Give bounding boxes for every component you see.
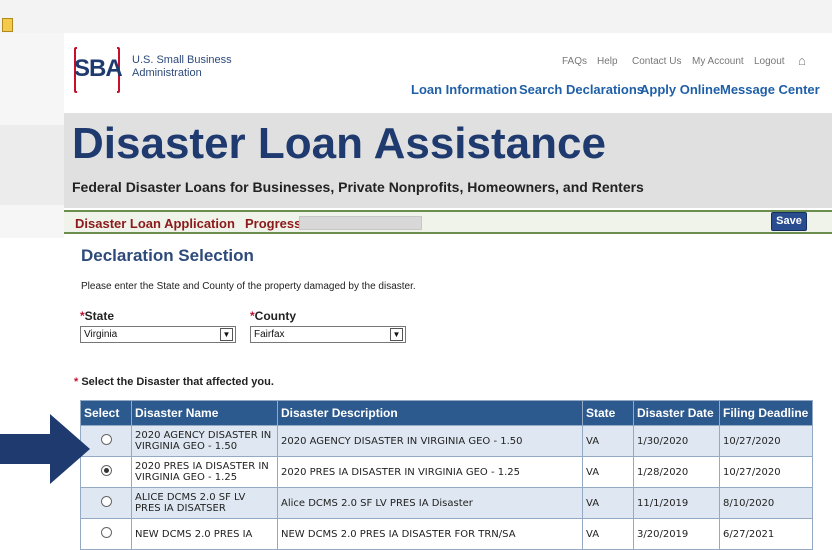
disaster-state: VA (582, 456, 634, 488)
chevron-down-icon[interactable]: ▼ (390, 328, 403, 341)
table-header-row: Select Disaster Name Disaster Descriptio… (80, 400, 813, 426)
page-title: Disaster Loan Assistance (72, 119, 606, 168)
disaster-date: 3/20/2019 (633, 518, 720, 550)
filing-deadline: 10/27/2020 (719, 425, 813, 457)
disaster-description: 2020 AGENCY DISASTER IN VIRGINIA GEO - 1… (277, 425, 583, 457)
logo-text: SBA (74, 55, 123, 82)
logout-link[interactable]: Logout (754, 56, 785, 67)
page-subtitle: Federal Disaster Loans for Businesses, P… (72, 179, 644, 195)
county-label: *County (250, 309, 296, 323)
disaster-radio[interactable] (100, 434, 112, 445)
filing-deadline: 10/27/2020 (719, 456, 813, 488)
state-label: *State (80, 309, 115, 323)
left-margin-shade (0, 33, 64, 238)
nav-apply-online[interactable]: Apply Online (640, 82, 720, 97)
filing-deadline: 6/27/2021 (719, 518, 813, 550)
column-header-name: Disaster Name (131, 400, 278, 426)
help-link[interactable]: Help (597, 56, 618, 67)
disaster-radio[interactable] (100, 496, 112, 507)
disaster-radio[interactable] (100, 527, 112, 538)
pointer-arrow-icon (0, 414, 90, 484)
progress-label: Progress (245, 216, 302, 231)
column-header-date: Disaster Date (633, 400, 720, 426)
disaster-name: 2020 AGENCY DISASTER IN VIRGINIA GEO - 1… (131, 425, 278, 457)
disaster-date: 11/1/2019 (633, 487, 720, 519)
disaster-description: 2020 PRES IA DISASTER IN VIRGINIA GEO - … (277, 456, 583, 488)
faqs-link[interactable]: FAQs (562, 56, 587, 67)
nav-search-declarations[interactable]: Search Declarations (519, 82, 644, 97)
browser-tab-icon (2, 18, 13, 32)
column-header-state: State (582, 400, 634, 426)
my-account-link[interactable]: My Account (692, 56, 744, 67)
disaster-radio[interactable] (100, 465, 112, 476)
progress-bar (299, 216, 422, 230)
section-title: Declaration Selection (81, 246, 254, 265)
instructions-text: Please enter the State and County of the… (81, 281, 416, 292)
disaster-description: Alice DCMS 2.0 SF LV PRES IA Disaster (277, 487, 583, 519)
disaster-state: VA (582, 487, 634, 519)
home-icon[interactable]: ⌂ (798, 53, 806, 68)
column-header-description: Disaster Description (277, 400, 583, 426)
nav-loan-information[interactable]: Loan Information (411, 82, 517, 97)
disaster-table: Select Disaster Name Disaster Descriptio… (80, 400, 813, 550)
column-header-deadline: Filing Deadline (719, 400, 813, 426)
browser-top-strip (0, 0, 832, 33)
table-row[interactable]: 2020 PRES IA DISASTER IN VIRGINIA GEO - … (80, 456, 813, 488)
disaster-description: NEW DCMS 2.0 PRES IA DISASTER FOR TRN/SA (277, 518, 583, 550)
disaster-name: ALICE DCMS 2.0 SF LV PRES IA DISATSER (131, 487, 278, 519)
state-select[interactable]: Virginia ▼ (80, 326, 236, 343)
table-row[interactable]: 2020 AGENCY DISASTER IN VIRGINIA GEO - 1… (80, 425, 813, 457)
save-button[interactable]: Save (771, 212, 807, 231)
filing-deadline: 8/10/2020 (719, 487, 813, 519)
disaster-state: VA (582, 518, 634, 550)
disaster-date: 1/30/2020 (633, 425, 720, 457)
application-nav-link[interactable]: Disaster Loan Application (75, 216, 235, 231)
disaster-prompt: * Select the Disaster that affected you. (74, 376, 274, 388)
sba-logo[interactable]: SBA (74, 43, 123, 99)
county-select[interactable]: Fairfax ▼ (250, 326, 406, 343)
disaster-state: VA (582, 425, 634, 457)
table-row[interactable]: ALICE DCMS 2.0 SF LV PRES IA DISATSER Al… (80, 487, 813, 519)
nav-message-center[interactable]: Message Center (720, 82, 820, 97)
disaster-name: 2020 PRES IA DISASTER IN VIRGINIA GEO - … (131, 456, 278, 488)
contact-us-link[interactable]: Contact Us (632, 56, 681, 67)
chevron-down-icon[interactable]: ▼ (220, 328, 233, 341)
table-row[interactable]: NEW DCMS 2.0 PRES IA NEW DCMS 2.0 PRES I… (80, 518, 813, 550)
agency-name: U.S. Small Business Administration (132, 54, 232, 79)
disaster-name: NEW DCMS 2.0 PRES IA (131, 518, 278, 550)
disaster-date: 1/28/2020 (633, 456, 720, 488)
